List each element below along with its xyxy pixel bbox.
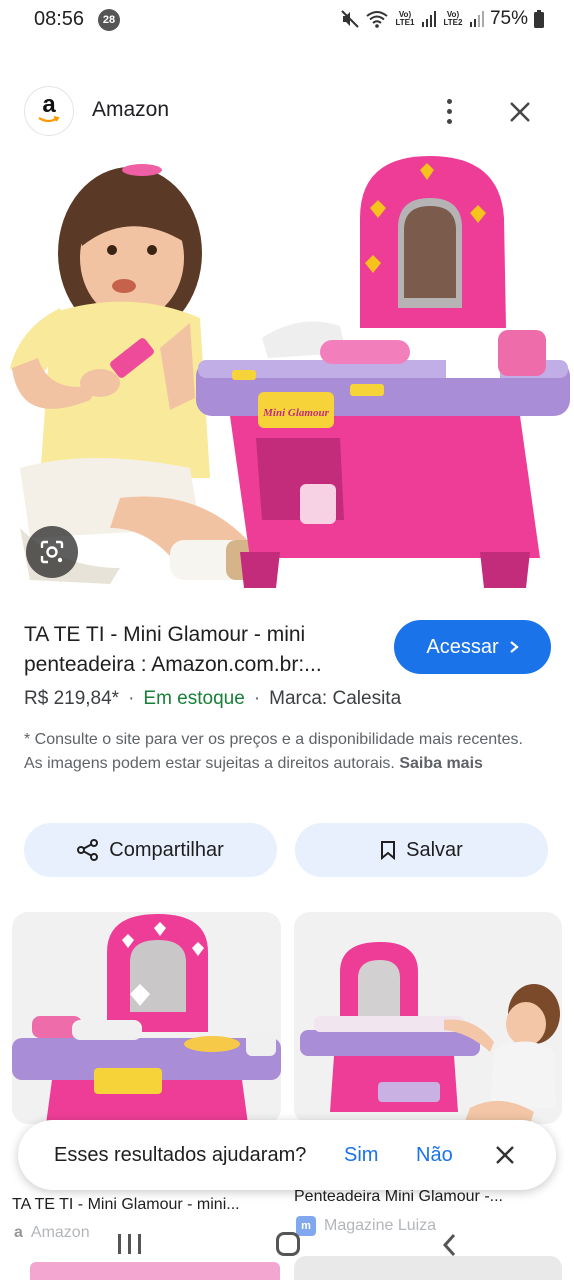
recents-icon[interactable] bbox=[118, 1234, 141, 1254]
signal-1-icon bbox=[421, 11, 436, 27]
network-2-label: Vo) LTE2 bbox=[443, 10, 463, 27]
related-title-2[interactable]: Penteadeira Mini Glamour -... bbox=[294, 1188, 562, 1206]
vanity-toy: Mini Glamour bbox=[196, 156, 570, 588]
share-label: Compartilhar bbox=[109, 838, 224, 861]
product-illustration: Mini Glamour bbox=[10, 156, 570, 588]
stock-status: Em estoque bbox=[143, 688, 245, 709]
related-result-image[interactable] bbox=[12, 912, 281, 1124]
related-title-1[interactable]: TA TE TI - Mini Glamour - mini... bbox=[12, 1196, 282, 1214]
disclaimer: * Consulte o site para ver os preços e a… bbox=[24, 728, 524, 776]
system-nav-bar bbox=[0, 1226, 574, 1280]
notification-count-badge: 28 bbox=[98, 9, 120, 31]
result-title[interactable]: TA TE TI - Mini Glamour - mini penteadei… bbox=[24, 620, 384, 680]
product-image[interactable]: Mini Glamour bbox=[0, 148, 574, 600]
status-time: 08:56 bbox=[34, 8, 85, 30]
back-icon[interactable] bbox=[440, 1232, 460, 1258]
feedback-toast: Esses resultados ajudaram? Sim Não bbox=[18, 1120, 556, 1190]
status-icons: Vo) LTE1 Vo) LTE2 75% bbox=[340, 8, 544, 30]
site-name: Amazon bbox=[92, 98, 170, 121]
amazon-logo: a bbox=[24, 86, 74, 136]
wifi-icon bbox=[366, 11, 388, 28]
logo-letter: a bbox=[42, 91, 56, 118]
feedback-close-icon[interactable] bbox=[494, 1144, 516, 1166]
share-button[interactable]: Compartilhar bbox=[24, 823, 277, 877]
lens-icon bbox=[40, 540, 64, 564]
smile-arrow-icon bbox=[38, 116, 60, 123]
close-icon[interactable] bbox=[506, 98, 534, 126]
save-label: Salvar bbox=[406, 838, 463, 861]
related-image-1 bbox=[12, 914, 281, 1124]
home-icon[interactable] bbox=[276, 1232, 300, 1256]
signal-2-icon bbox=[469, 11, 484, 27]
visit-button-label: Acessar bbox=[426, 635, 499, 658]
lens-search-button[interactable] bbox=[26, 526, 78, 578]
meta-separator: · bbox=[253, 688, 261, 709]
share-icon bbox=[77, 839, 99, 861]
battery-percent: 75% bbox=[489, 8, 528, 29]
battery-icon bbox=[534, 10, 544, 28]
chevron-right-icon bbox=[509, 641, 519, 653]
result-meta: R$ 219,84* · Em estoque · Marca: Calesit… bbox=[24, 688, 401, 710]
related-image-2 bbox=[300, 942, 560, 1124]
mute-icon bbox=[341, 10, 359, 28]
feedback-no-button[interactable]: Não bbox=[416, 1144, 453, 1167]
feedback-yes-button[interactable]: Sim bbox=[344, 1144, 378, 1167]
related-result-image[interactable] bbox=[294, 912, 562, 1124]
meta-separator: · bbox=[128, 688, 135, 709]
result-header: a Amazon bbox=[0, 84, 574, 140]
save-button[interactable]: Salvar bbox=[295, 823, 548, 877]
status-bar: 08:56 28 Vo) LTE1 Vo) LTE2 75% bbox=[0, 0, 574, 40]
brand: Marca: Calesita bbox=[269, 688, 402, 709]
more-options-icon[interactable] bbox=[436, 96, 462, 126]
bookmark-icon bbox=[381, 841, 396, 860]
feedback-question: Esses resultados ajudaram? bbox=[54, 1143, 307, 1166]
price: R$ 219,84* bbox=[24, 688, 120, 709]
vanity-label: Mini Glamour bbox=[262, 407, 329, 419]
visit-button[interactable]: Acessar bbox=[394, 620, 551, 674]
network-1-label: Vo) LTE1 bbox=[395, 10, 415, 27]
learn-more-link[interactable]: Saiba mais bbox=[399, 755, 483, 772]
